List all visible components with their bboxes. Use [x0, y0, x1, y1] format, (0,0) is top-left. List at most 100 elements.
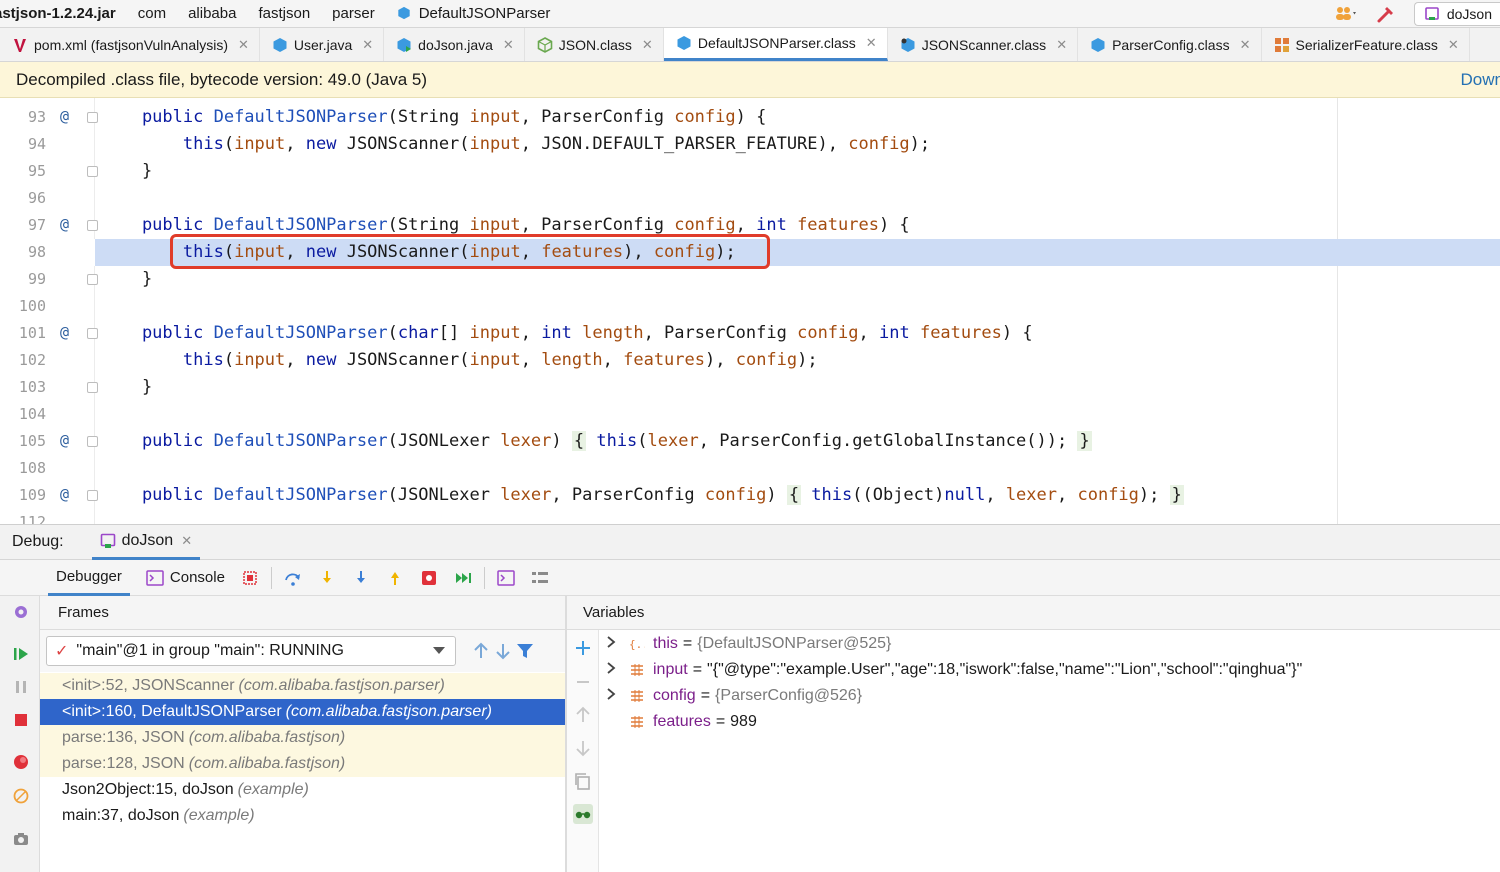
annotation-marker-icon[interactable]: @	[60, 215, 69, 233]
run-to-cursor-icon[interactable]	[454, 569, 472, 587]
line-gutter-cell[interactable]: 98	[0, 239, 95, 266]
tab-debugger[interactable]: Debugger	[48, 560, 130, 596]
variable-row[interactable]: config = {ParserConfig@526}	[605, 683, 862, 709]
fold-marker-icon[interactable]	[87, 166, 98, 177]
step-out-icon[interactable]	[386, 569, 404, 587]
code-line[interactable]: 102 this(input, new JSONScanner(input, l…	[0, 347, 1500, 374]
fold-marker-icon[interactable]	[87, 274, 98, 285]
tab-json-class[interactable]: JSON.class ✕	[525, 28, 664, 61]
code-line[interactable]: 109 @ public DefaultJSONParser(JSONLexer …	[0, 482, 1500, 509]
arrow-up-icon[interactable]	[470, 640, 492, 662]
chevron-right-icon[interactable]	[605, 635, 617, 653]
stack-frame[interactable]: <init>:160, DefaultJSONParser (com.alibab…	[40, 699, 565, 725]
code-line[interactable]: 100	[0, 293, 1500, 320]
code-line[interactable]: 108	[0, 455, 1500, 482]
chevron-right-icon[interactable]	[605, 661, 617, 679]
move-down-icon[interactable]	[573, 738, 593, 758]
code-line[interactable]: 93 @ public DefaultJSONParser(String inpu…	[0, 104, 1500, 131]
tab-serializerfeature-class[interactable]: SerializerFeature.class ✕	[1262, 28, 1470, 61]
remove-watch-icon[interactable]	[573, 672, 593, 692]
step-over-icon[interactable]	[284, 569, 302, 587]
line-gutter-cell[interactable]: 96	[0, 185, 95, 212]
close-icon[interactable]: ✕	[642, 37, 653, 53]
drop-frame-icon[interactable]	[420, 569, 438, 587]
line-gutter-cell[interactable]: 97 @	[0, 212, 98, 239]
thread-dropdown[interactable]: ✓ "main"@1 in group "main": RUNNING	[46, 636, 456, 666]
arrow-down-icon[interactable]	[492, 640, 514, 662]
force-step-into-icon[interactable]	[352, 569, 370, 587]
line-gutter-cell[interactable]: 95	[0, 158, 98, 185]
resume-icon[interactable]	[12, 645, 30, 663]
fold-marker-icon[interactable]	[87, 382, 98, 393]
breadcrumb-jar[interactable]: astjson-1.2.24.jar	[0, 5, 116, 22]
build-button[interactable]	[1376, 4, 1396, 24]
close-icon[interactable]: ✕	[1448, 37, 1459, 53]
duplicate-icon[interactable]	[573, 772, 593, 792]
stack-frame[interactable]: parse:128, JSON (com.alibaba.fastjson)	[40, 751, 565, 777]
move-up-icon[interactable]	[573, 705, 593, 725]
line-gutter-cell[interactable]: 93 @	[0, 104, 98, 131]
stack-frame[interactable]: Json2Object:15, doJson (example)	[40, 777, 565, 803]
code-line[interactable]: 99 }	[0, 266, 1500, 293]
stack-frame[interactable]: parse:136, JSON (com.alibaba.fastjson)	[40, 725, 565, 751]
close-icon[interactable]: ✕	[1056, 37, 1067, 53]
tab-defaultjsonparser-class[interactable]: DefaultJSONParser.class ✕	[663, 28, 888, 61]
settings-icon[interactable]	[12, 603, 30, 621]
mute-breakpoints-icon[interactable]	[12, 787, 30, 805]
run-config-selector[interactable]: doJson	[1413, 2, 1500, 26]
line-gutter-cell[interactable]: 99	[0, 266, 98, 293]
pause-icon[interactable]	[12, 678, 30, 696]
breadcrumb-fastjson[interactable]: fastjson	[258, 5, 310, 22]
account-button[interactable]	[1334, 5, 1358, 23]
fold-marker-icon[interactable]	[87, 112, 98, 123]
line-gutter-cell[interactable]: 100	[0, 293, 95, 320]
tab-jsonscanner-class[interactable]: JSONScanner.class ✕	[888, 28, 1079, 61]
camera-icon[interactable]	[12, 830, 30, 848]
code-line[interactable]: 112	[0, 509, 1500, 524]
fold-marker-icon[interactable]	[87, 436, 98, 447]
code-line[interactable]: 101 @ public DefaultJSONParser(char[] inp…	[0, 320, 1500, 347]
line-gutter-cell[interactable]: 94	[0, 131, 95, 158]
stack-frame[interactable]: <init>:52, JSONScanner (com.alibaba.fastj…	[40, 673, 565, 699]
line-gutter-cell[interactable]: 104	[0, 401, 95, 428]
stop-icon[interactable]	[12, 711, 30, 729]
filter-icon[interactable]	[514, 640, 536, 662]
annotation-marker-icon[interactable]: @	[60, 431, 69, 449]
code-line[interactable]: 97 @ public DefaultJSONParser(String inpu…	[0, 212, 1500, 239]
code-line[interactable]: 94 this(input, new JSONScanner(input, JS…	[0, 131, 1500, 158]
fold-marker-icon[interactable]	[87, 220, 98, 231]
fold-marker-icon[interactable]	[87, 490, 98, 501]
evaluate-expression-icon[interactable]	[497, 569, 515, 587]
code-line[interactable]: 104	[0, 401, 1500, 428]
line-gutter-cell[interactable]: 105 @	[0, 428, 98, 455]
glasses-icon[interactable]	[573, 804, 593, 824]
line-gutter-cell[interactable]: 102	[0, 347, 95, 374]
view-breakpoints-icon[interactable]	[12, 753, 30, 771]
annotation-marker-icon[interactable]: @	[60, 107, 69, 125]
tab-pom-xml[interactable]: pom.xml (fastjsonVulnAnalysis) ✕	[0, 28, 260, 61]
code-line[interactable]: 103 }	[0, 374, 1500, 401]
variable-row[interactable]: input = "{"@type":"example.User","age":18,…	[605, 657, 1302, 683]
line-gutter-cell[interactable]: 108	[0, 455, 95, 482]
show-execution-point-icon[interactable]	[241, 569, 259, 587]
variable-row[interactable]: {..} this={DefaultJSONParser@525}	[605, 631, 891, 657]
code-line[interactable]: 95 }	[0, 158, 1500, 185]
close-icon[interactable]: ✕	[1240, 37, 1251, 53]
tab-user-java[interactable]: User.java ✕	[260, 28, 385, 61]
breadcrumb-parser[interactable]: parser	[332, 5, 375, 22]
breadcrumb-com[interactable]: com	[138, 5, 166, 22]
tab-dojson-java[interactable]: doJson.java ✕	[384, 28, 525, 61]
add-watch-icon[interactable]	[573, 638, 593, 658]
code-line-current[interactable]: 98 this(input, new JSONScanner(input, fe…	[0, 239, 1500, 266]
code-line[interactable]: 96	[0, 185, 1500, 212]
trace-current-stream-icon[interactable]	[531, 569, 549, 587]
close-icon[interactable]: ✕	[866, 35, 877, 51]
variable-row[interactable]: features = 989	[605, 709, 757, 735]
close-icon[interactable]: ✕	[238, 37, 249, 53]
breadcrumb-alibaba[interactable]: alibaba	[188, 5, 236, 22]
close-icon[interactable]: ✕	[362, 37, 373, 53]
tab-console[interactable]: Console	[138, 560, 233, 596]
debug-session-tab[interactable]: doJson ✕	[91, 524, 201, 560]
tab-parserconfig-class[interactable]: ParserConfig.class ✕	[1078, 28, 1262, 61]
line-gutter-cell[interactable]: 101 @	[0, 320, 98, 347]
